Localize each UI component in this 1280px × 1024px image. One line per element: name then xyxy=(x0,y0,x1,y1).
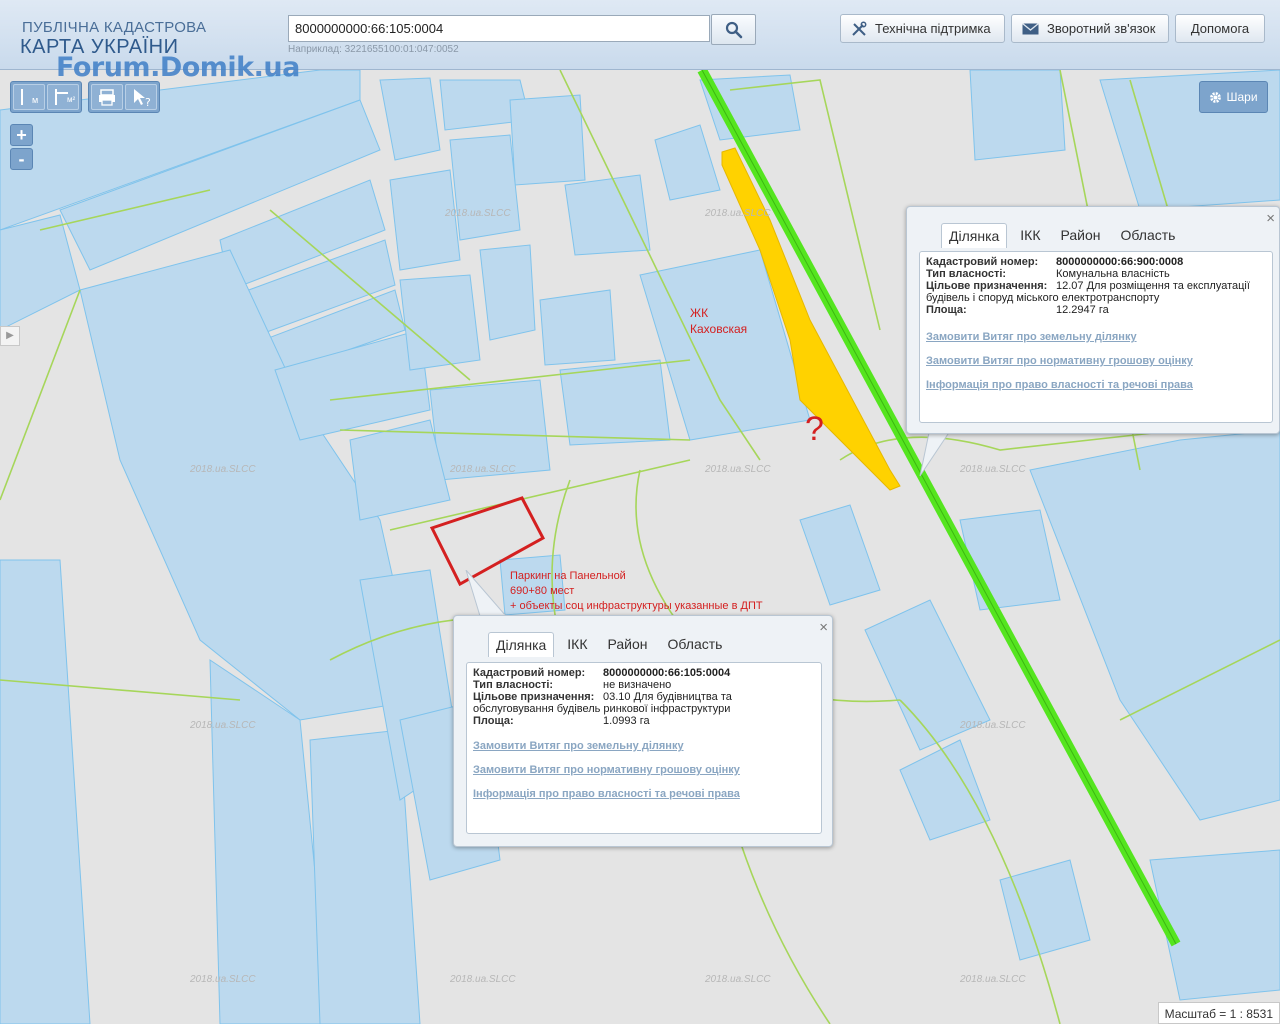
cadastral-number-value: 8000000000:66:105:0004 xyxy=(603,667,731,679)
print-button[interactable] xyxy=(91,84,123,110)
layers-button-label: Шари xyxy=(1226,90,1258,104)
map-watermark: 2018.ua.SLCC xyxy=(705,974,771,985)
support-button[interactable]: Технічна підтримка xyxy=(840,14,1005,43)
popup-tabs: Ділянка ІКК Район Область xyxy=(488,632,735,657)
ownership-info-link[interactable]: Інформація про право власності та речові… xyxy=(926,379,1193,391)
tab-ikk[interactable]: ІКК xyxy=(560,632,594,657)
popup-content: Кадастровий номер: 8000000000:66:900:0008… xyxy=(919,251,1273,423)
printer-icon xyxy=(99,89,115,106)
map-watermark: 2018.ua.SLCC xyxy=(705,208,771,219)
map-watermark: 2018.ua.SLCC xyxy=(960,974,1026,985)
map-watermark: 2018.ua.SLCC xyxy=(705,464,771,475)
popup-tabs: Ділянка ІКК Район Область xyxy=(941,223,1188,248)
tab-parcel[interactable]: Ділянка xyxy=(488,632,555,657)
map-watermark: 2018.ua.SLCC xyxy=(190,464,256,475)
identify-button[interactable]: ? xyxy=(125,84,157,110)
map-scale: Масштаб = 1 : 8531 xyxy=(1157,1002,1280,1024)
support-button-label: Технічна підтримка xyxy=(875,21,991,36)
cadastral-number-value: 8000000000:66:900:0008 xyxy=(1056,256,1184,268)
question-mark-annotation: ? xyxy=(805,410,824,448)
forum-watermark: Forum.Domik.ua xyxy=(56,52,300,83)
tools-icon xyxy=(852,21,867,36)
help-button[interactable]: Допомога xyxy=(1175,14,1265,43)
area-label: Площа: xyxy=(926,304,967,316)
purpose-value: 03.10 Для будівництва та xyxy=(603,691,732,703)
cadastral-number-label: Кадастровий номер: xyxy=(473,667,586,679)
expand-panel-icon[interactable]: ▶ xyxy=(0,326,20,346)
ownership-info-link[interactable]: Інформація про право власності та речові… xyxy=(473,788,740,800)
map-watermark: 2018.ua.SLCC xyxy=(960,464,1026,475)
zoom-in-button[interactable]: + xyxy=(10,124,33,146)
cursor-question-icon: ? xyxy=(134,89,151,109)
envelope-icon xyxy=(1022,22,1039,34)
close-icon[interactable]: × xyxy=(1266,210,1275,227)
ownership-label: Тип власності: xyxy=(473,679,554,691)
ownership-label: Тип власності: xyxy=(926,268,1007,280)
area-label: Площа: xyxy=(473,715,514,727)
purpose-label: Цільове призначення: xyxy=(926,280,1048,292)
order-valuation-extract-link[interactable]: Замовити Витяг про нормативну грошову оц… xyxy=(473,764,740,776)
tab-ikk[interactable]: ІКК xyxy=(1013,223,1047,248)
popup-top-pointer xyxy=(919,428,953,477)
map-tools: ? xyxy=(88,81,160,113)
measure-area-button[interactable]: м² xyxy=(47,84,79,110)
measure-distance-button[interactable]: м xyxy=(13,84,45,110)
gear-icon xyxy=(1210,91,1222,103)
parcel-info-popup-top: × Ділянка ІКК Район Область Кадастровий … xyxy=(906,206,1280,434)
zoom-out-button[interactable]: - xyxy=(10,148,33,170)
purpose-value: 12.07 Для розміщення та експлуатації xyxy=(1056,280,1250,292)
order-land-extract-link[interactable]: Замовити Витяг про земельну ділянку xyxy=(926,331,1137,343)
zhk-label-line1: ЖК xyxy=(690,306,709,320)
measure-unit-m: м xyxy=(32,95,39,105)
tab-district[interactable]: Район xyxy=(601,632,655,657)
order-valuation-extract-link[interactable]: Замовити Витяг про нормативну грошову оц… xyxy=(926,355,1193,367)
parcel-info: Кадастровий номер: 8000000000:66:900:0008… xyxy=(926,256,1278,316)
tab-district[interactable]: Район xyxy=(1054,223,1108,248)
map-watermark: 2018.ua.SLCC xyxy=(190,720,256,731)
tab-region[interactable]: Область xyxy=(661,632,730,657)
ownership-value: не визначено xyxy=(603,679,672,691)
help-button-label: Допомога xyxy=(1190,21,1250,36)
area-value: 1.0993 га xyxy=(603,715,650,727)
search-hint: Наприклад: 3221655100:01:047:0052 xyxy=(288,44,459,55)
measure-unit-m2: м² xyxy=(67,95,76,104)
order-land-extract-link[interactable]: Замовити Витяг про земельну ділянку xyxy=(473,740,684,752)
ruler-icon xyxy=(21,89,23,105)
purpose-value-continued: будівель і споруд міського електротрансп… xyxy=(926,292,1160,304)
search-icon xyxy=(725,21,743,39)
feedback-button[interactable]: Зворотний зв'язок xyxy=(1011,14,1169,43)
parcel-info-popup-bottom: × Ділянка ІКК Район Область Кадастровий … xyxy=(453,615,833,847)
svg-text:?: ? xyxy=(145,96,151,109)
layers-button[interactable]: Шари xyxy=(1199,81,1268,113)
parking-label-line1: Паркинг на Панельной xyxy=(510,570,626,582)
purpose-label: Цільове призначення: xyxy=(473,691,595,703)
parking-label-line3: + объекты соц инфраструктуры указанные в… xyxy=(510,600,763,612)
logo-title-line1: ПУБЛІЧНА КАДАСТРОВА xyxy=(22,19,207,36)
parking-label-line2: 690+80 мест xyxy=(510,585,575,597)
ownership-value: Комунальна власність xyxy=(1056,268,1170,280)
map-watermark: 2018.ua.SLCC xyxy=(445,208,511,219)
parcel-info: Кадастровий номер: 8000000000:66:105:0004… xyxy=(473,667,825,727)
zhk-label-line2: Каховская xyxy=(690,322,748,336)
purpose-value-continued: обслуговування будівель ринкової інфраст… xyxy=(473,703,731,715)
map-watermark: 2018.ua.SLCC xyxy=(190,974,256,985)
tab-region[interactable]: Область xyxy=(1114,223,1183,248)
popup-content: Кадастровий номер: 8000000000:66:105:0004… xyxy=(466,662,822,834)
cadastral-search-input[interactable] xyxy=(288,15,710,42)
cadastral-number-label: Кадастровий номер: xyxy=(926,256,1039,268)
area-value: 12.2947 га xyxy=(1056,304,1109,316)
measure-tools: м м² xyxy=(10,81,82,113)
map-watermark: 2018.ua.SLCC xyxy=(960,720,1026,731)
close-icon[interactable]: × xyxy=(819,619,828,636)
tab-parcel[interactable]: Ділянка xyxy=(941,223,1008,248)
feedback-button-label: Зворотний зв'язок xyxy=(1047,21,1156,36)
map-watermark: 2018.ua.SLCC xyxy=(450,464,516,475)
map-watermark: 2018.ua.SLCC xyxy=(450,974,516,985)
search-button[interactable] xyxy=(711,14,756,45)
